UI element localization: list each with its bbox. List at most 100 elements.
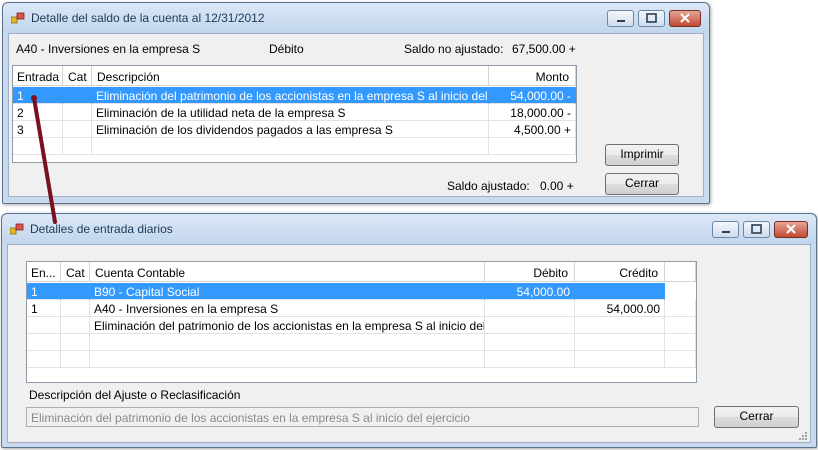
resize-grip-icon[interactable] bbox=[798, 431, 808, 441]
account-name: A40 - Inversiones en la empresa S bbox=[16, 42, 201, 56]
amount-cell: 54,000.00 - bbox=[489, 87, 576, 104]
account-cell: B90 - Capital Social bbox=[90, 283, 485, 300]
empty-cell bbox=[27, 351, 61, 368]
minimize-button[interactable] bbox=[607, 10, 634, 27]
account-cell: A40 - Inversiones en la empresa S bbox=[90, 300, 485, 317]
column-header-debit[interactable]: Débito bbox=[485, 262, 575, 282]
entries-grid[interactable]: Entrada Cat Descripción Monto 1 Eliminac… bbox=[12, 65, 577, 163]
description-cell: Eliminación del patrimonio de los accion… bbox=[92, 87, 489, 104]
table-row[interactable]: 1 A40 - Inversiones en la empresa S 54,0… bbox=[27, 300, 696, 317]
column-header-amount[interactable]: Monto bbox=[489, 66, 576, 86]
description-field[interactable]: Eliminación del patrimonio de los accion… bbox=[26, 407, 699, 427]
empty-cell bbox=[575, 334, 665, 351]
journal-entry-details-window: Detalles de entrada diarios En... Cat Cu… bbox=[1, 213, 817, 448]
maximize-button[interactable] bbox=[638, 10, 665, 27]
column-header-credit[interactable]: Crédito bbox=[575, 262, 665, 282]
column-header-cat[interactable]: Cat bbox=[61, 262, 90, 282]
credit-cell bbox=[575, 283, 665, 300]
debit-cell: 54,000.00 bbox=[485, 283, 575, 300]
column-header-description[interactable]: Descripción bbox=[92, 66, 489, 86]
entry-cell: 2 bbox=[13, 104, 63, 121]
cat-cell bbox=[61, 283, 90, 300]
column-header-filler bbox=[665, 262, 696, 282]
minimize-icon bbox=[617, 20, 625, 22]
cat-cell bbox=[61, 317, 90, 334]
empty-cell bbox=[485, 334, 575, 351]
account-balance-detail-window: Detalle del saldo de la cuenta al 12/31/… bbox=[2, 2, 710, 204]
unadjusted-balance-value: 67,500.00 + bbox=[512, 42, 576, 56]
table-row[interactable]: 1 B90 - Capital Social 54,000.00 bbox=[27, 283, 665, 300]
close-window-button[interactable] bbox=[669, 10, 701, 27]
table-row[interactable]: 3 Eliminación de los dividendos pagados … bbox=[13, 121, 576, 138]
filler-cell bbox=[665, 300, 696, 317]
table-row[interactable]: Eliminación del patrimonio de los accion… bbox=[27, 317, 696, 334]
column-header-entry[interactable]: En... bbox=[27, 262, 61, 282]
journal-lines-grid[interactable]: En... Cat Cuenta Contable Débito Crédito… bbox=[26, 261, 697, 383]
adjusted-balance-label: Saldo ajustado: bbox=[447, 179, 530, 193]
window-title: Detalles de entrada diarios bbox=[30, 222, 173, 236]
column-header-entry[interactable]: Entrada bbox=[13, 66, 63, 86]
amount-cell: 4,500.00 + bbox=[489, 121, 576, 138]
window-title: Detalle del saldo de la cuenta al 12/31/… bbox=[31, 11, 265, 25]
maximize-button[interactable] bbox=[743, 221, 770, 238]
entry-cell: 1 bbox=[27, 283, 61, 300]
close-icon bbox=[680, 13, 690, 23]
window-body: En... Cat Cuenta Contable Débito Crédito… bbox=[7, 244, 811, 443]
empty-cell bbox=[575, 351, 665, 368]
maximize-icon bbox=[646, 13, 657, 23]
empty-cell bbox=[61, 351, 90, 368]
close-button[interactable]: Cerrar bbox=[605, 173, 679, 195]
table-row[interactable]: 1 Eliminación del patrimonio de los acci… bbox=[13, 87, 576, 104]
empty-cell bbox=[485, 351, 575, 368]
title-bar[interactable]: Detalle del saldo de la cuenta al 12/31/… bbox=[3, 3, 709, 33]
empty-cell bbox=[92, 138, 489, 155]
description-label: Descripción del Ajuste o Reclasificación bbox=[29, 388, 241, 402]
empty-row bbox=[27, 334, 696, 351]
cat-cell bbox=[61, 300, 90, 317]
description-cell: Eliminación de la utilidad neta de la em… bbox=[92, 104, 489, 121]
description-cell: Eliminación de los dividendos pagados a … bbox=[92, 121, 489, 138]
title-bar[interactable]: Detalles de entrada diarios bbox=[2, 214, 816, 244]
cat-cell bbox=[63, 104, 92, 121]
filler-cell bbox=[665, 317, 696, 334]
empty-cell bbox=[90, 334, 485, 351]
balance-type: Débito bbox=[269, 42, 304, 56]
table-row[interactable]: 2 Eliminación de la utilidad neta de la … bbox=[13, 104, 576, 121]
empty-cell bbox=[61, 334, 90, 351]
close-window-button[interactable] bbox=[774, 221, 808, 238]
minimize-icon bbox=[722, 231, 730, 233]
window-body: A40 - Inversiones en la empresa S Débito… bbox=[8, 33, 704, 197]
close-button[interactable]: Cerrar bbox=[714, 406, 799, 428]
empty-cell bbox=[665, 351, 696, 368]
debit-cell bbox=[485, 300, 575, 317]
empty-cell bbox=[63, 138, 92, 155]
amount-cell: 18,000.00 - bbox=[489, 104, 576, 121]
entry-cell: 1 bbox=[13, 87, 63, 104]
app-icon bbox=[11, 12, 25, 24]
close-icon bbox=[786, 224, 796, 234]
column-header-cat[interactable]: Cat bbox=[63, 66, 92, 86]
empty-row bbox=[27, 351, 696, 368]
cat-cell bbox=[63, 87, 92, 104]
column-header-account[interactable]: Cuenta Contable bbox=[90, 262, 485, 282]
entry-cell: 1 bbox=[27, 300, 61, 317]
empty-cell bbox=[27, 334, 61, 351]
print-button[interactable]: Imprimir bbox=[605, 144, 679, 166]
debit-cell bbox=[485, 317, 575, 334]
empty-cell bbox=[489, 138, 576, 155]
minimize-button[interactable] bbox=[712, 221, 739, 238]
empty-cell bbox=[665, 334, 696, 351]
adjusted-balance-value: 0.00 + bbox=[540, 179, 574, 193]
account-cell: Eliminación del patrimonio de los accion… bbox=[90, 317, 485, 334]
empty-row bbox=[13, 138, 576, 155]
unadjusted-balance-label: Saldo no ajustado: bbox=[404, 42, 504, 56]
empty-cell bbox=[90, 351, 485, 368]
empty-cell bbox=[13, 138, 63, 155]
entry-cell bbox=[27, 317, 61, 334]
entry-cell: 3 bbox=[13, 121, 63, 138]
credit-cell bbox=[575, 317, 665, 334]
app-icon bbox=[10, 223, 24, 235]
cat-cell bbox=[63, 121, 92, 138]
maximize-icon bbox=[751, 224, 762, 234]
credit-cell: 54,000.00 bbox=[575, 300, 665, 317]
